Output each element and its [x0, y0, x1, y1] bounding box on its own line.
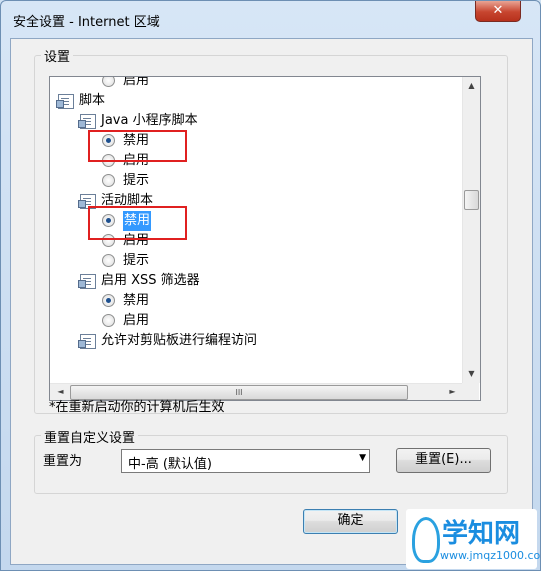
- script-settings-icon: [56, 94, 74, 109]
- scroll-grip-icon: III: [235, 388, 243, 397]
- ok-button[interactable]: 确定: [303, 509, 398, 534]
- scroll-right-icon[interactable]: ►: [444, 387, 461, 396]
- setting-label: 脚本: [79, 93, 106, 108]
- security-level-select[interactable]: 中-高 (默认值) ▼: [121, 449, 370, 473]
- radio-button[interactable]: [102, 77, 115, 87]
- setting-label: 禁用: [123, 293, 150, 308]
- reset-button[interactable]: 重置(E)...: [396, 448, 491, 473]
- setting-label: 允许对剪贴板进行编程访问: [101, 333, 258, 348]
- scroll-up-icon[interactable]: ▲: [463, 81, 480, 90]
- setting-label: Java 小程序脚本: [101, 113, 198, 128]
- radio-button[interactable]: [102, 174, 115, 187]
- reset-to-label: 重置为: [43, 454, 83, 469]
- security-settings-dialog: 安全设置 - Internet 区域 ✕ 设置 允许对剪贴板进行编程访问 启用 禁用…: [0, 0, 541, 571]
- restart-note: *在重新启动你的计算机后生效: [49, 400, 225, 415]
- settings-tree[interactable]: 允许对剪贴板进行编程访问 启用 禁用 启用 XSS 筛选器 提示 启用 禁用 活动脚本 提示 启用…: [49, 76, 481, 401]
- script-settings-icon: [78, 114, 96, 129]
- reset-group-label: 重置自定义设置: [41, 427, 139, 446]
- watermark-logo: 学知网 www.jmqz1000.com: [406, 509, 541, 569]
- radio-button[interactable]: [102, 314, 115, 327]
- chevron-down-icon: ▼: [359, 453, 366, 463]
- setting-label: 启用: [123, 313, 150, 328]
- highlight-annotation-box: [88, 130, 187, 162]
- scrollbar-corner: [462, 383, 479, 400]
- dialog-body: 设置 允许对剪贴板进行编程访问 启用 禁用 启用 XSS 筛选器 提示 启用 禁用 活动脚本提…: [10, 38, 533, 565]
- settings-group-label: 设置: [41, 46, 74, 65]
- script-settings-icon: [78, 274, 96, 289]
- watermark-url: www.jmqz1000.com: [440, 549, 541, 562]
- setting-label: 启用 XSS 筛选器: [101, 273, 200, 288]
- scroll-down-icon[interactable]: ▼: [463, 369, 480, 378]
- watermark-title: 学知网: [442, 519, 521, 549]
- setting-label: 提示: [123, 173, 150, 188]
- window-title: 安全设置 - Internet 区域: [13, 15, 160, 30]
- vertical-scroll-thumb[interactable]: [464, 190, 479, 210]
- radio-button[interactable]: [102, 254, 115, 267]
- scroll-left-icon[interactable]: ◄: [52, 387, 69, 396]
- setting-label: 提示: [123, 253, 150, 268]
- title-bar[interactable]: 安全设置 - Internet 区域 ✕: [1, 1, 540, 35]
- script-settings-icon: [78, 334, 96, 349]
- security-level-value: 中-高 (默认值): [128, 457, 212, 472]
- close-button[interactable]: ✕: [475, 1, 521, 22]
- highlight-annotation-box: [88, 206, 187, 240]
- setting-label: 启用: [123, 76, 150, 88]
- radio-button[interactable]: [102, 294, 115, 307]
- vertical-scrollbar[interactable]: ▲ ▼: [462, 77, 480, 383]
- watermark-icon: [412, 517, 440, 563]
- close-icon: ✕: [492, 3, 504, 18]
